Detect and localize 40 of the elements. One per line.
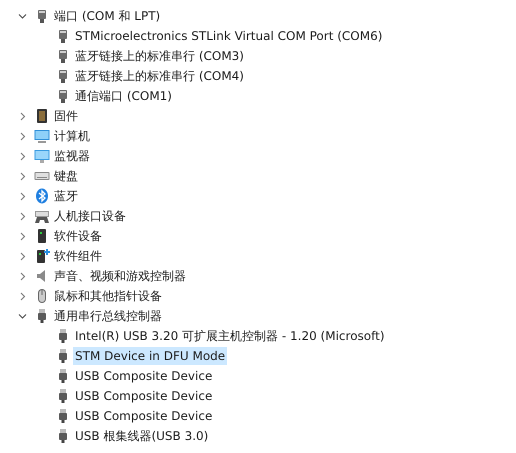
tree-item[interactable]: 鼠标和其他指针设备: [52, 287, 164, 305]
tree-item[interactable]: 声音、视频和游戏控制器: [52, 267, 188, 285]
expand-chevron-icon[interactable]: [18, 132, 27, 140]
collapse-chevron-icon[interactable]: [18, 12, 27, 20]
tree-item[interactable]: 键盘: [52, 167, 80, 185]
expand-chevron-icon[interactable]: [18, 172, 27, 180]
tree-item[interactable]: 监视器: [52, 147, 92, 165]
tree-item[interactable]: 计算机: [52, 127, 92, 145]
expand-chevron-icon[interactable]: [18, 252, 27, 260]
tree-item[interactable]: STMicroelectronics STLink Virtual COM Port (COM6): [73, 27, 384, 45]
tree-item[interactable]: 蓝牙: [52, 187, 80, 205]
expand-chevron-icon[interactable]: [18, 272, 27, 280]
gamepad-keyboard-icon: [34, 208, 50, 224]
chip-icon: [34, 108, 50, 124]
expand-chevron-icon[interactable]: [18, 112, 27, 120]
expand-chevron-icon[interactable]: [18, 212, 27, 220]
tree-item[interactable]: 软件设备: [52, 227, 104, 245]
tree-item[interactable]: 蓝牙链接上的标准串行 (COM4): [73, 67, 246, 85]
tree-item[interactable]: USB Composite Device: [73, 387, 214, 405]
tree-item[interactable]: Intel(R) USB 3.20 可扩展主机控制器 - 1.20 (Microsoft): [73, 327, 387, 345]
expand-chevron-icon[interactable]: [18, 292, 27, 300]
tree-item[interactable]: 通信端口 (COM1): [73, 87, 174, 105]
computer-icon: [34, 128, 50, 144]
expand-chevron-icon[interactable]: [18, 192, 27, 200]
tree-item[interactable]: 端口 (COM 和 LPT): [52, 7, 162, 25]
device-tower-icon: [34, 248, 50, 264]
tree-item[interactable]: USB 根集线器(USB 3.0): [73, 427, 210, 445]
tree-item[interactable]: STM Device in DFU Mode: [73, 347, 228, 365]
monitor-icon: [34, 148, 50, 164]
tree-item[interactable]: USB Composite Device: [73, 407, 214, 425]
expand-chevron-icon[interactable]: [18, 152, 27, 160]
tree-item[interactable]: 通用串行总线控制器: [52, 307, 164, 325]
tree-item[interactable]: 人机接口设备: [52, 207, 128, 225]
collapse-chevron-icon[interactable]: [18, 312, 27, 320]
tree-item[interactable]: USB Composite Device: [73, 367, 214, 385]
bluetooth-icon: [34, 188, 50, 204]
tree-item[interactable]: 软件组件: [52, 247, 104, 265]
tree-item[interactable]: 蓝牙链接上的标准串行 (COM3): [73, 47, 246, 65]
expand-chevron-icon[interactable]: [18, 232, 27, 240]
tree-item[interactable]: 固件: [52, 107, 80, 125]
